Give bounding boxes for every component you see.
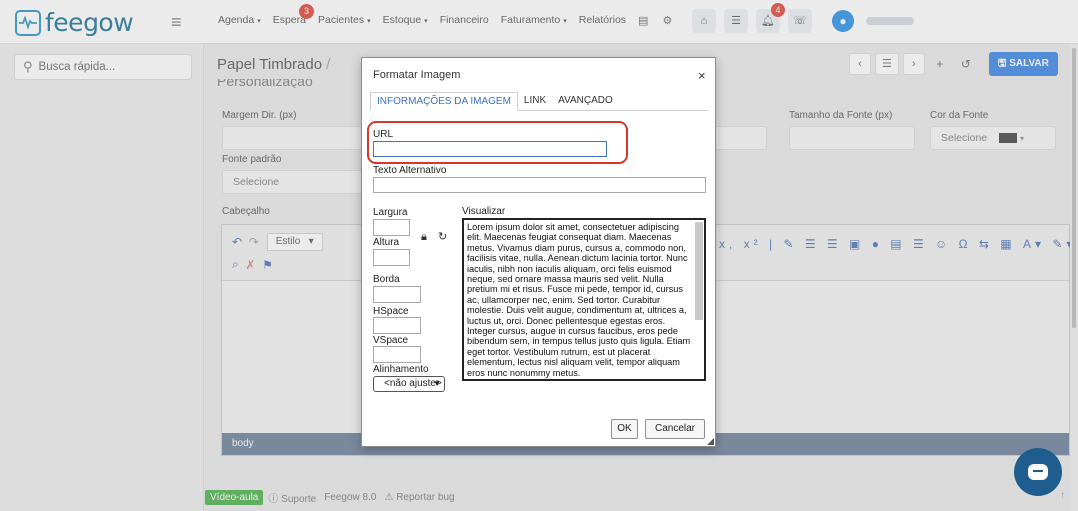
hspace-input[interactable]: [373, 317, 421, 334]
chevron-down-icon: ▼: [433, 379, 441, 388]
preview-label: Visualizar: [462, 206, 506, 217]
close-icon[interactable]: ×: [698, 68, 706, 83]
vspace-input[interactable]: [373, 346, 421, 363]
image-preview[interactable]: Lorem ipsum dolor sit amet, consectetuer…: [462, 218, 706, 381]
alt-text-input[interactable]: [373, 177, 706, 193]
chat-icon: [1028, 464, 1048, 481]
width-label: Largura: [373, 207, 408, 218]
border-input[interactable]: [373, 286, 421, 303]
tab-image-info[interactable]: INFORMAÇÕES DA IMAGEM: [370, 92, 518, 111]
dialog-title: Formatar Imagem: [373, 69, 461, 81]
height-input[interactable]: [373, 249, 410, 266]
preview-scrollbar[interactable]: [695, 222, 703, 320]
ok-button[interactable]: OK: [611, 419, 638, 439]
reset-size-icon[interactable]: ↻: [438, 230, 447, 243]
format-image-dialog: Formatar Imagem × INFORMAÇÕES DA IMAGEM …: [361, 57, 716, 447]
preview-text: Lorem ipsum dolor sit amet, consectetuer…: [467, 222, 691, 378]
alt-text-label: Texto Alternativo: [373, 165, 447, 176]
width-input[interactable]: [373, 219, 410, 236]
vspace-label: VSpace: [373, 335, 409, 346]
alignment-label: Alinhamento: [373, 364, 429, 375]
hspace-label: HSpace: [373, 306, 409, 317]
height-label: Altura: [373, 237, 400, 248]
chat-button[interactable]: [1014, 448, 1062, 496]
border-label: Borda: [373, 274, 400, 285]
resize-handle[interactable]: [707, 438, 714, 445]
lock-icon[interactable]: 🔒︎: [421, 231, 427, 244]
cancel-button[interactable]: Cancelar: [645, 419, 705, 439]
url-highlight-annotation: [367, 121, 628, 164]
tab-advanced[interactable]: AVANÇADO: [552, 92, 619, 111]
scroll-top-icon[interactable]: ↑: [1060, 490, 1065, 501]
tab-link[interactable]: LINK: [518, 92, 552, 111]
dialog-tabs: INFORMAÇÕES DA IMAGEM LINK AVANÇADO: [370, 92, 708, 111]
alignment-select[interactable]: <não ajuste> ▼: [373, 376, 445, 392]
